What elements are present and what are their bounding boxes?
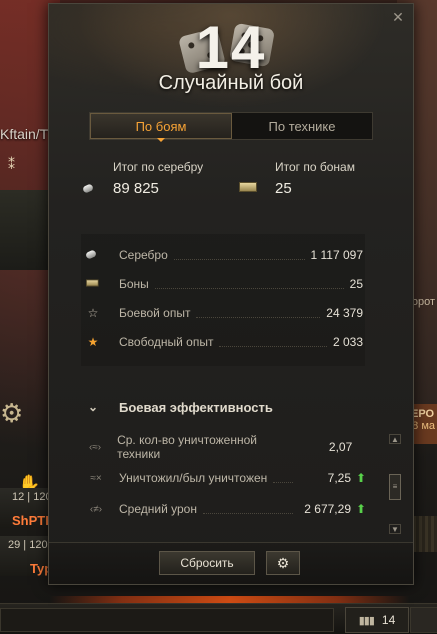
efficiency-value: 2 677,29	[304, 502, 351, 516]
efficiency-label: Ср. кол-во уничтоженной техники	[117, 433, 257, 461]
silver-total: Итог по серебру 89 825	[83, 160, 203, 198]
summary-value: 1 117 097	[310, 248, 364, 262]
efficiency-value: 7,25	[327, 471, 351, 485]
gear-icon: ⚙	[276, 554, 290, 571]
summary-row-silver: Серебро 1 117 097	[81, 246, 365, 264]
bonds-total-value: 25	[275, 180, 292, 197]
efficiency-row-damage: ‹≠› Средний урон 2 677,29 ⬆	[81, 500, 371, 518]
earnings-summary: Серебро 1 117 097 Боны 25 ☆ Боевой опыт …	[81, 234, 365, 366]
efficiency-section-toggle[interactable]: ⌄ Боевая эффективность	[81, 397, 371, 417]
star-filled-icon: ★	[87, 335, 99, 349]
chevron-down-icon: ⌄	[87, 400, 99, 414]
efficiency-row-kd: ≈× Уничтожил/был уничтожен 7,25 ⬆	[81, 469, 371, 487]
summary-label: Боны	[119, 277, 149, 291]
background-crate	[413, 516, 437, 552]
bottom-bar: ▮▮▮ 14	[0, 603, 437, 634]
battle-counter-value: 14	[381, 613, 396, 627]
bonds-total: Итог по бонам 25	[239, 160, 355, 199]
kill-death-icon: ≈×	[90, 472, 102, 484]
scroll-up-icon[interactable]: ▲	[389, 434, 401, 444]
efficiency-value: 2,07	[328, 440, 353, 454]
trend-up-icon: ⬆	[355, 471, 367, 485]
efficiency-label: Уничтожил/был уничтожен	[119, 471, 268, 485]
background-label: орот	[411, 296, 435, 308]
bar-chart-icon: ▮▮▮	[358, 614, 375, 627]
bottom-chat-input[interactable]	[0, 608, 334, 632]
battle-counter-button[interactable]: ▮▮▮ 14	[345, 607, 409, 633]
summary-value: 25	[349, 277, 363, 291]
scroll-down-icon[interactable]: ▼	[389, 524, 401, 534]
bonds-total-label: Итог по бонам	[275, 160, 355, 174]
efficiency-section-title: Боевая эффективность	[119, 399, 273, 415]
silver-icon	[83, 183, 97, 193]
efficiency-list[interactable]: ‹≈› Ср. кол-во уничтоженной техники 2,07…	[81, 432, 371, 528]
summary-label: Серебро	[119, 248, 168, 262]
summary-value: 24 379	[326, 306, 363, 320]
session-stats-popup: ✕ 14 Случайный бой По боям По технике Ит…	[48, 3, 414, 585]
bonds-icon	[239, 180, 259, 194]
background-tank	[0, 190, 50, 270]
event-teaser-label: ЕРО	[411, 408, 435, 420]
star-outline-icon: ☆	[87, 306, 99, 320]
damage-icon: ‹≠›	[89, 503, 103, 515]
efficiency-label: Средний урон	[119, 502, 197, 516]
efficiency-row-destroyed: ‹≈› Ср. кол-во уничтоженной техники 2,07	[81, 433, 371, 461]
trend-up-icon: ⬆	[355, 502, 367, 516]
summary-label: Свободный опыт	[119, 335, 214, 349]
rank-icon: ⁑	[8, 156, 15, 172]
tab-by-vehicles[interactable]: По технике	[232, 113, 372, 139]
summary-row-free-xp: ★ Свободный опыт 2 033	[81, 333, 365, 351]
gear-icon[interactable]: ⚙	[0, 398, 30, 434]
popup-footer: Сбросить ⚙	[49, 542, 413, 584]
totals-panel: Итог по серебру 89 825 Итог по бонам 25	[83, 160, 383, 206]
efficiency-scrollbar[interactable]: ▲ ≡ ▼	[389, 434, 401, 534]
settings-button[interactable]: ⚙	[266, 551, 300, 575]
summary-row-battle-xp: ☆ Боевой опыт 24 379	[81, 304, 365, 322]
tab-by-battles[interactable]: По боям	[90, 113, 232, 142]
summary-row-bonds: Боны 25	[81, 275, 365, 293]
view-tabs: По боям По технике	[89, 112, 373, 142]
silver-total-value: 89 825	[113, 180, 159, 197]
bonds-icon	[86, 278, 100, 288]
summary-value: 2 033	[332, 335, 363, 349]
bottom-menu-button[interactable]	[410, 607, 437, 633]
vehicle-card-count: 12 | 120	[12, 491, 52, 503]
reset-button[interactable]: Сбросить	[159, 551, 255, 575]
scroll-thumb[interactable]: ≡	[389, 474, 401, 500]
battle-type-title: Случайный бой	[158, 72, 304, 94]
event-teaser-date: 8 ма	[412, 420, 435, 432]
silver-total-label: Итог по серебру	[113, 160, 204, 174]
destroyed-vehicles-icon: ‹≈›	[88, 441, 102, 453]
battle-count-title: 14	[195, 14, 267, 81]
silver-icon	[86, 249, 100, 259]
summary-label: Боевой опыт	[119, 306, 191, 320]
vehicle-card-count: 29 | 120	[8, 539, 48, 551]
